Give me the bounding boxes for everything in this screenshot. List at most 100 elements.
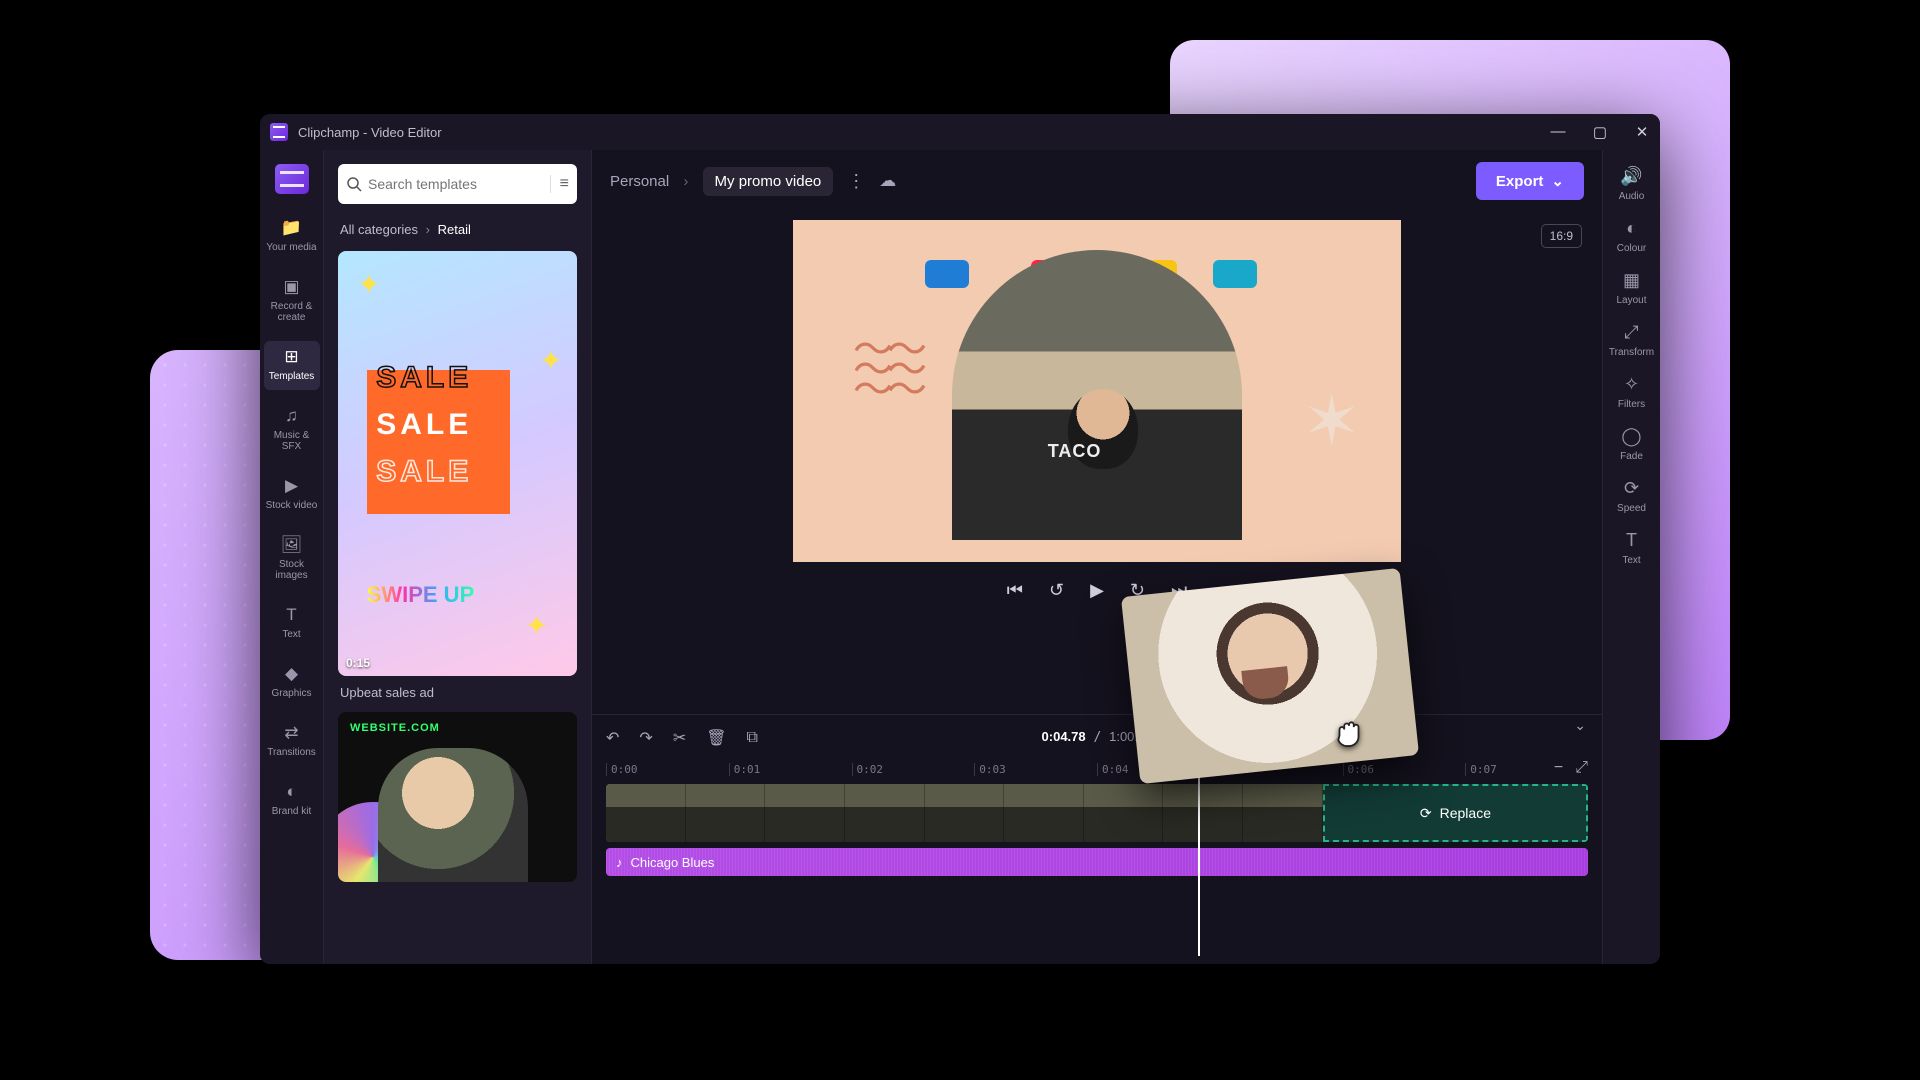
speed-icon: ⟳ [1624,478,1639,499]
playhead[interactable] [1198,757,1200,956]
audio-icon: 🔊 [1620,166,1642,187]
top-bar: Personal › My promo video ⋮ ☁ Export ⌄ [592,150,1602,212]
folder-icon: 📁 [282,218,302,238]
colour-icon: ◐ [1626,218,1637,239]
undo-button[interactable]: ↶ [606,728,619,748]
timeline-ruler[interactable]: 0:000:010:020:030:040:050:060:07 [606,763,1588,776]
redo-button[interactable]: ↷ [639,728,652,748]
split-button[interactable]: ✂ [673,728,686,748]
prop-colour[interactable]: ◐Colour [1617,218,1646,254]
prop-audio[interactable]: 🔊Audio [1619,166,1645,202]
chevron-right-icon: › [426,222,430,237]
video-icon: ▶ [282,476,302,496]
text-prop-icon: T [1626,530,1637,551]
prop-fade[interactable]: ◯Fade [1620,426,1643,462]
rail-transitions[interactable]: ⇄Transitions [264,717,320,766]
rewind-button[interactable]: ↺ [1049,580,1064,601]
prop-transform[interactable]: ⤢Transform [1609,322,1654,358]
project-breadcrumb: Personal › My promo video [610,173,833,190]
copy-button[interactable]: ⧉ [747,729,758,747]
rail-record[interactable]: ▣Record & create [264,271,320,331]
sync-icon: ☁ [879,171,896,191]
record-icon: ▣ [282,277,302,297]
layout-icon: ▦ [1623,270,1640,291]
preview-canvas[interactable]: ～～～～～～ ✶ [793,220,1401,562]
play-button[interactable]: ▶ [1090,580,1104,601]
sparkle-icon: ✦ [539,344,562,377]
breadcrumb: All categories › Retail [340,222,575,237]
editor-main: Personal › My promo video ⋮ ☁ Export ⌄ 1… [592,150,1602,964]
grab-cursor-icon [1330,714,1368,752]
star-graphic: ✶ [1302,380,1361,462]
image-icon: 🖼 [282,535,302,555]
transform-icon: ⤢ [1624,322,1638,343]
replace-drop-zone[interactable]: ⟳ Replace [1323,784,1588,842]
music-icon: ♫ [282,406,302,426]
audio-clip-name: Chicago Blues [631,855,715,870]
properties-rail: 🔊Audio ◐Colour ▦Layout ⤢Transform ✧Filte… [1602,150,1660,964]
transitions-icon: ⇄ [282,723,302,743]
maximize-button[interactable]: ▢ [1592,123,1608,141]
app-icon [270,123,288,141]
music-note-icon: ♪ [616,855,623,870]
template-card-2[interactable]: WEBSITE.COM [338,712,577,882]
zoom-fit-button[interactable]: ⤢ [1575,759,1588,777]
sparkle-icon: ✦ [525,609,548,642]
sparkle-icon: ✦ [357,268,380,301]
window-title: Clipchamp - Video Editor [298,125,442,140]
skip-start-button[interactable]: ⏮ [1007,580,1023,601]
zoom-out-button[interactable]: − [1554,759,1563,777]
templates-panel: ≡ All categories › Retail ✦ ✦ ✦ SALE SAL… [324,150,592,964]
brandkit-icon: ◐ [282,782,302,802]
titlebar: Clipchamp - Video Editor — ▢ ✕ [260,114,1660,150]
video-track[interactable]: ⟳ Replace [606,784,1588,842]
template-duration: 0:15 [346,656,370,670]
replace-icon: ⟳ [1420,805,1432,822]
video-clip[interactable] [606,784,1323,842]
prop-text[interactable]: TText [1622,530,1640,566]
rail-templates[interactable]: ⊞Templates [264,341,320,390]
rail-graphics[interactable]: ◆Graphics [264,658,320,707]
close-button[interactable]: ✕ [1634,123,1650,141]
clipchamp-logo[interactable] [275,164,309,194]
prop-layout[interactable]: ▦Layout [1616,270,1646,306]
dragging-clip-preview[interactable] [1121,568,1419,784]
squiggle-graphic: ～～～～～～ [853,340,921,400]
app-window: Clipchamp - Video Editor — ▢ ✕ 📁Your med… [260,114,1660,964]
export-button[interactable]: Export ⌄ [1476,162,1584,200]
template-card-1[interactable]: ✦ ✦ ✦ SALE SALE SALE SWIPE UP 0:15 [338,251,577,676]
rail-text[interactable]: TText [264,599,320,648]
rail-music[interactable]: ♫Music & SFX [264,400,320,460]
text-icon: T [282,605,302,625]
rail-stock-video[interactable]: ▶Stock video [264,470,320,519]
prop-filters[interactable]: ✧Filters [1618,374,1645,410]
more-button[interactable]: ⋮ [847,171,865,192]
graphics-icon: ◆ [282,664,302,684]
search-bar: ≡ [338,164,577,204]
template-icon: ⊞ [282,347,302,367]
rail-your-media[interactable]: 📁Your media [264,212,320,261]
timeline: ↶ ↷ ✂ 🗑 ⧉ 0:04.78 / 1:00.00 ⌄ − ⤢ 0:000:… [592,714,1602,964]
crumb-root[interactable]: All categories [340,222,418,237]
arch-photo [952,250,1242,540]
collapse-timeline-button[interactable]: ⌄ [1574,717,1586,734]
aspect-ratio-button[interactable]: 16:9 [1541,224,1582,248]
workspace-name[interactable]: Personal [610,173,669,190]
chevron-down-icon: ⌄ [1551,172,1564,190]
chevron-right-icon: › [683,173,688,190]
prop-speed[interactable]: ⟳Speed [1617,478,1646,514]
rail-stock-images[interactable]: 🖼Stock images [264,529,320,589]
filter-button[interactable]: ≡ [550,175,569,193]
crumb-current: Retail [438,222,471,237]
template-title: Upbeat sales ad [340,685,575,700]
rail-brandkit[interactable]: ◐Brand kit [264,776,320,825]
audio-track[interactable]: ♪ Chicago Blues [606,848,1588,876]
project-name[interactable]: My promo video [703,167,834,196]
minimize-button[interactable]: — [1550,123,1566,141]
delete-button[interactable]: 🗑 [706,728,726,748]
fade-icon: ◯ [1621,426,1641,447]
preview-stage: 16:9 ～～～～～～ ✶ ⏮ ↺ ▶ ↻ ⏭ [592,212,1602,714]
left-nav-rail: 📁Your media ▣Record & create ⊞Templates … [260,150,324,964]
search-input[interactable] [368,176,550,192]
search-icon [346,176,362,192]
